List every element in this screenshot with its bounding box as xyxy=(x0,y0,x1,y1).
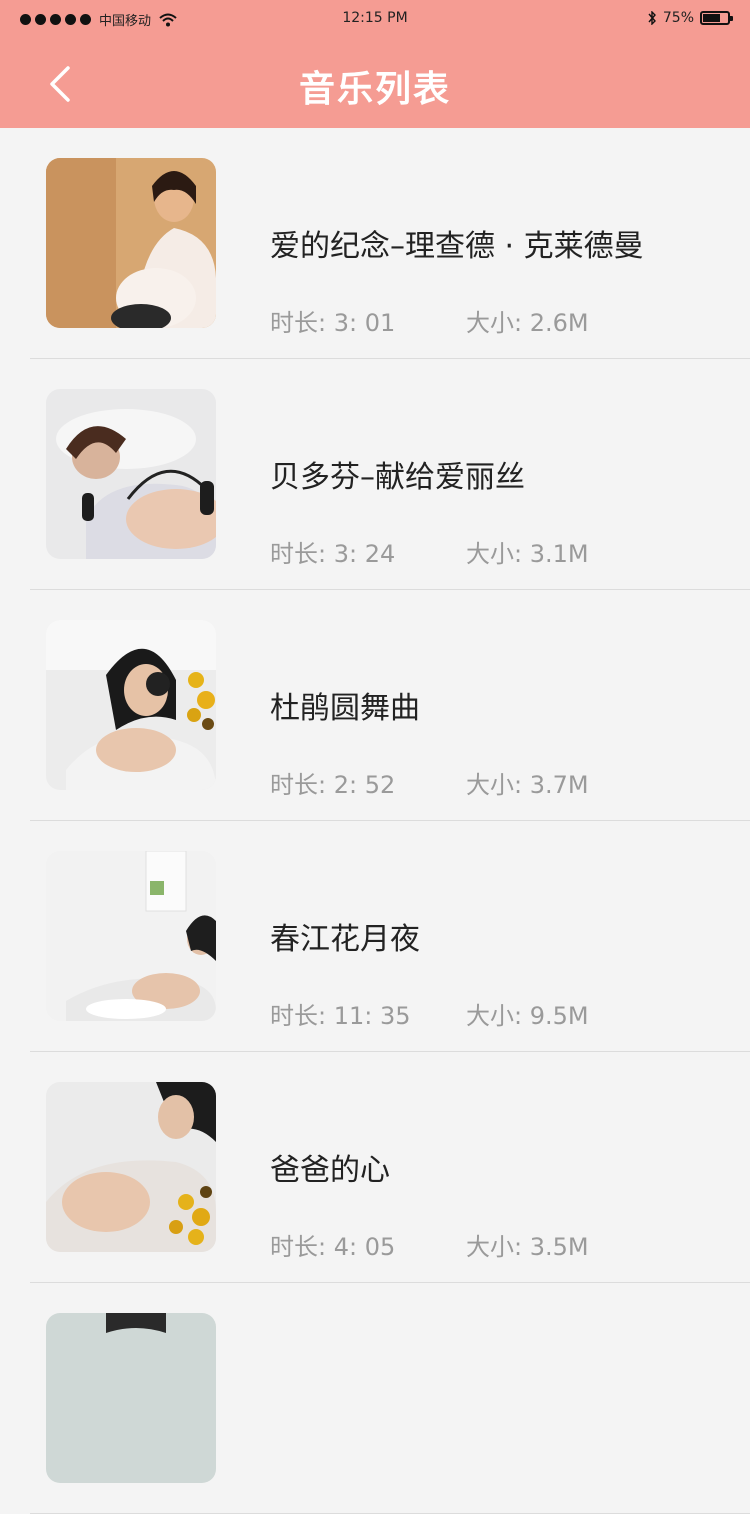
song-size: 大小: 3.1M xyxy=(466,540,589,568)
song-title: 爸爸的心 xyxy=(270,1153,390,1188)
battery-percent: 75% xyxy=(662,10,694,26)
thumbnail-image xyxy=(46,389,216,559)
list-item[interactable]: 春江花月夜 时长: 11: 35 大小: 9.5M xyxy=(0,821,750,1052)
thumbnail-image xyxy=(46,851,216,1021)
status-right: 75% xyxy=(647,10,733,26)
song-size: 大小: 2.6M xyxy=(466,309,589,337)
thumbnail-image xyxy=(46,1082,216,1252)
song-duration: 时长: 11: 35 xyxy=(270,1002,411,1030)
music-list: 爱的纪念–理查德 · 克莱德曼 时长: 3: 01 大小: 2.6M 贝多芬–献… xyxy=(0,128,750,1514)
album-thumbnail xyxy=(46,851,216,1021)
status-time: 12:15 PM xyxy=(342,10,408,26)
album-thumbnail xyxy=(46,1082,216,1252)
list-item[interactable]: 杜鹃圆舞曲 时长: 2: 52 大小: 3.7M xyxy=(0,590,750,821)
status-bar: 中国移动 12:15 PM 75% xyxy=(0,0,750,40)
song-size: 大小: 3.5M xyxy=(466,1233,589,1261)
song-duration: 时长: 2: 52 xyxy=(270,771,396,799)
thumbnail-image xyxy=(46,620,216,790)
song-duration: 时长: 3: 01 xyxy=(270,309,396,337)
song-title: 春江花月夜 xyxy=(270,922,420,957)
bluetooth-icon xyxy=(648,11,656,25)
song-title: 爱的纪念–理查德 · 克莱德曼 xyxy=(270,229,644,264)
thumbnail-image xyxy=(46,158,216,328)
song-duration: 时长: 3: 24 xyxy=(270,540,396,568)
album-thumbnail xyxy=(46,158,216,328)
battery-icon xyxy=(700,11,733,25)
thumbnail-image xyxy=(46,1313,216,1483)
song-size: 大小: 9.5M xyxy=(466,1002,589,1030)
list-item[interactable]: 贝多芬–献给爱丽丝 时长: 3: 24 大小: 3.1M xyxy=(0,359,750,590)
nav-bar: 音乐列表 xyxy=(0,40,750,128)
list-item[interactable] xyxy=(0,1283,750,1514)
page-title: 音乐列表 xyxy=(298,69,451,110)
battery-fill xyxy=(703,14,720,22)
list-item[interactable]: 爱的纪念–理查德 · 克莱德曼 时长: 3: 01 大小: 2.6M xyxy=(0,128,750,359)
song-title: 杜鹃圆舞曲 xyxy=(270,691,420,726)
album-thumbnail xyxy=(46,1313,216,1483)
album-thumbnail xyxy=(46,389,216,559)
song-duration: 时长: 4: 05 xyxy=(270,1233,396,1261)
song-title: 贝多芬–献给爱丽丝 xyxy=(270,460,525,495)
song-size: 大小: 3.7M xyxy=(466,771,589,799)
list-item[interactable]: 爸爸的心 时长: 4: 05 大小: 3.5M xyxy=(0,1052,750,1283)
album-thumbnail xyxy=(46,620,216,790)
